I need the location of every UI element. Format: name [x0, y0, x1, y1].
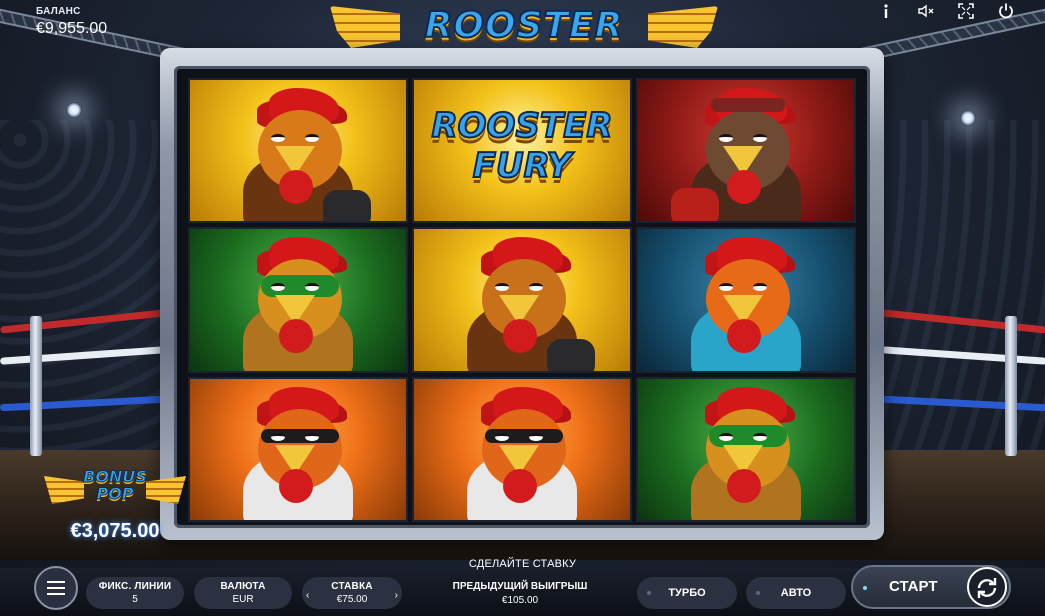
bonus-pop-title: BONUS POP [83, 467, 148, 503]
start-button[interactable]: СТАРТ [851, 565, 1011, 609]
turbo-toggle[interactable]: ТУРБО [637, 577, 737, 609]
previous-win-label: ПРЕДЫДУЩИЙ ВЫИГРЫШ [452, 581, 588, 592]
reel-grid: ROOSTER FURY [188, 78, 856, 522]
sound-muted-icon[interactable] [917, 2, 935, 20]
stake-selector: ‹ СТАВКА €75.00 › [302, 577, 402, 609]
hamburger-icon [47, 581, 65, 595]
info-icon[interactable] [877, 2, 895, 20]
balance-value: €9,955.00 [36, 20, 108, 37]
fixed-lines-display: ФИКС. ЛИНИИ 5 [86, 577, 184, 609]
stake-decrease-icon[interactable]: ‹ [306, 589, 309, 602]
fixed-lines-label: ФИКС. ЛИНИИ [98, 581, 172, 592]
reel-3-row-1-symbol [636, 78, 856, 224]
auto-toggle[interactable]: АВТО [746, 577, 846, 609]
rooster-boxer-symbol [447, 237, 597, 371]
reel-window: ROOSTER FURY [174, 66, 870, 528]
currency-label: ВАЛЮТА [220, 581, 266, 592]
start-label: СТАРТ [889, 578, 938, 595]
reel-1-row-1-symbol [188, 78, 408, 224]
reel-3-row-3-symbol [636, 376, 856, 522]
auto-label: АВТО [780, 587, 812, 599]
rooster-headband-symbol [671, 88, 821, 222]
stake-label: СТАВКА [331, 581, 373, 592]
bonus-wing-right [146, 476, 186, 504]
stake-value: €75.00 [336, 594, 368, 605]
bonus-pop-jackpot: BONUS POP €3,075.00 [40, 468, 190, 546]
rooster-masked-symbol [223, 237, 373, 371]
currency-selector[interactable]: ВАЛЮТА EUR [194, 577, 292, 609]
ring-post-left [30, 316, 42, 456]
currency-value: EUR [232, 594, 254, 605]
auto-indicator [756, 591, 760, 595]
previous-win: ПРЕДЫДУЩИЙ ВЫИГРЫШ €105.00 [430, 580, 610, 608]
spin-icon[interactable] [967, 567, 1007, 607]
rooster-boxer-symbol [223, 88, 373, 222]
stake-increase-icon[interactable]: › [395, 589, 398, 602]
reel-3-row-2-symbol [636, 227, 856, 373]
bonus-pop-value: €3,075.00 [70, 520, 160, 542]
rooster-helmet-symbol [671, 237, 821, 371]
turbo-indicator [647, 591, 651, 595]
spotlight-left [66, 102, 82, 118]
reel-2-row-3-symbol [412, 376, 632, 522]
game-logo-text: ROOSTER FURY [424, 4, 624, 95]
spotlight-right [960, 110, 976, 126]
power-icon[interactable] [997, 2, 1015, 20]
reel-frame: ROOSTER FURY [160, 48, 884, 540]
start-indicator [863, 586, 867, 590]
fixed-lines-value: 5 [132, 594, 138, 605]
reel-2-row-2-symbol [412, 227, 632, 373]
fullscreen-icon[interactable] [957, 2, 975, 20]
balance-label: БАЛАНС [36, 6, 81, 17]
reel-2-row-1-symbol: ROOSTER FURY [412, 78, 632, 224]
menu-button[interactable] [34, 566, 78, 610]
top-toolbar [877, 2, 1015, 20]
rooster-orange-symbol [447, 386, 597, 520]
previous-win-value: €105.00 [501, 595, 539, 606]
reel-1-row-3-symbol [188, 376, 408, 522]
ring-post-right [1005, 316, 1017, 456]
rooster-masked-symbol [671, 386, 821, 520]
reel-1-row-2-symbol [188, 227, 408, 373]
logo-symbol-text: ROOSTER FURY [430, 105, 613, 187]
turbo-label: ТУРБО [668, 587, 706, 599]
rooster-orange-symbol [223, 386, 373, 520]
